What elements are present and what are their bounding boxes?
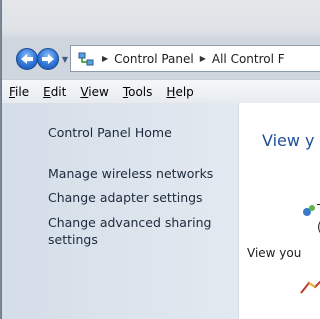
- forward-arrow-icon: [42, 54, 54, 64]
- menu-file[interactable]: File: [9, 85, 29, 99]
- network-icon: [76, 49, 96, 69]
- history-dropdown-icon: ▼: [61, 54, 69, 64]
- breadcrumb-arrow-icon[interactable]: ▶: [102, 54, 108, 63]
- address-bar[interactable]: ▶ Control Panel ▶ All Control F: [70, 45, 320, 72]
- menu-bar: File Edit View Tools Help: [1, 79, 320, 104]
- manage-wireless-networks-link[interactable]: Manage wireless networks: [48, 165, 213, 182]
- breadcrumb-all-control-panel-items[interactable]: All Control F: [212, 52, 285, 66]
- main-content: View y T ( View you: [238, 103, 320, 319]
- title-bar[interactable]: [1, 0, 320, 38]
- change-adapter-settings-link[interactable]: Change adapter settings: [48, 189, 203, 206]
- menu-view[interactable]: View: [80, 85, 108, 99]
- history-dropdown-button[interactable]: ▼: [60, 52, 70, 66]
- explorer-window: ▼ ▶ Control Panel ▶ All Control F File E…: [0, 0, 320, 319]
- change-advanced-sharing-link-line2[interactable]: settings: [48, 231, 98, 248]
- change-advanced-sharing-link[interactable]: Change advanced sharing: [48, 214, 211, 231]
- window-left-edge: [1, 0, 2, 319]
- task-pane: Control Panel Home Manage wireless netwo…: [1, 103, 238, 319]
- control-panel-home-link[interactable]: Control Panel Home: [48, 124, 172, 141]
- forward-button[interactable]: [37, 48, 59, 70]
- menu-edit[interactable]: Edit: [43, 85, 66, 99]
- back-button[interactable]: [16, 48, 38, 70]
- page-title: View y: [262, 131, 315, 150]
- back-arrow-icon: [21, 54, 33, 64]
- menu-tools[interactable]: Tools: [123, 85, 153, 99]
- breadcrumb-arrow-icon[interactable]: ▶: [200, 54, 206, 63]
- view-active-networks-text: View you: [247, 246, 302, 260]
- breadcrumb-control-panel[interactable]: Control Panel: [114, 52, 194, 66]
- network-map-icon: [300, 280, 320, 294]
- menu-help[interactable]: Help: [166, 85, 193, 99]
